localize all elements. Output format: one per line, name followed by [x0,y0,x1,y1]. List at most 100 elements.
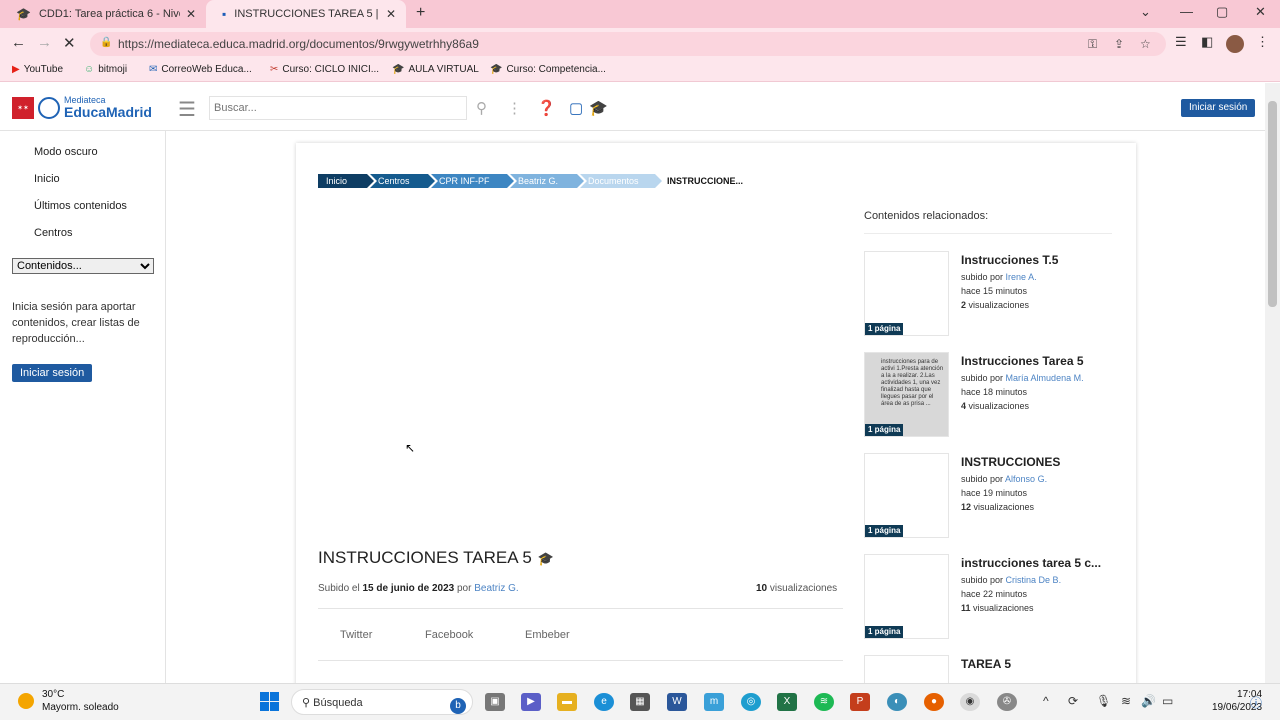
related-item[interactable]: instrucciones para de activi 1.Presta at… [864,352,1114,438]
help-icon[interactable]: ❓ [537,99,556,117]
sidebar-item-dark-mode[interactable]: Modo oscuro [34,146,98,158]
related-title[interactable]: Instrucciones Tarea 5 [961,354,1116,368]
teams-icon[interactable]: ▶ [521,693,541,711]
related-user-link[interactable]: Irene A. [1006,272,1037,282]
star-icon[interactable]: ☆ [1140,37,1151,51]
task-view-icon[interactable]: ▣ [485,693,505,711]
share-twitter-button[interactable]: Twitter [340,629,372,641]
battery-icon[interactable]: ▭ [1162,694,1173,708]
volume-icon[interactable]: 🔊 [1141,694,1156,708]
graduation-cap-icon[interactable]: 🎓 [589,99,608,117]
educamadrid-logo[interactable]: ✶✶ Mediateca EducaMadrid [12,96,152,119]
firefox-icon[interactable]: ● [924,693,944,711]
sidebar-item-home[interactable]: Inicio [34,173,60,185]
related-title[interactable]: TAREA 5 [961,657,1114,671]
excel-icon[interactable]: X [777,693,797,711]
key-icon[interactable]: ⚿ [1088,37,1097,52]
related-user-link[interactable]: María Almudena M. [1006,373,1084,383]
related-item[interactable]: 1 página Instrucciones T.5 subido por Ir… [864,251,1114,337]
bookmark-bitmoji[interactable]: ☺ bitmoji [84,64,127,75]
reading-list-icon[interactable]: ☰ [1175,34,1187,50]
sidebar-item-latest[interactable]: Últimos contenidos [34,200,127,212]
uploaded-label: Subido el [318,583,360,594]
related-views-count: 2 [961,300,967,310]
related-title[interactable]: instrucciones tarea 5 c... [961,556,1116,570]
square-view-icon[interactable]: ▢ [569,99,583,117]
search-input[interactable] [209,96,467,120]
bookmark-aula-virtual[interactable]: 🎓 AULA VIRTUAL [392,64,479,75]
scrollbar-thumb[interactable] [1268,101,1277,307]
breadcrumb-centros[interactable]: Centros [370,174,435,188]
new-tab-button[interactable]: + [416,4,425,22]
tab-cdd1[interactable]: 🎓 CDD1: Tarea práctica 6 - Nivel A2 ✕ [0,0,206,28]
related-title[interactable]: INSTRUCCIONES [961,455,1116,469]
login-button[interactable]: Iniciar sesión [1181,99,1256,117]
profile-avatar[interactable] [1226,35,1244,53]
related-title[interactable]: Instrucciones T.5 [961,253,1116,267]
chevron-up-icon[interactable]: ^ [1043,694,1049,708]
microphone-icon[interactable]: 🎙 [1096,694,1111,708]
embed-button[interactable]: Embeber [525,629,570,641]
breadcrumb-documents[interactable]: Documentos [580,174,662,188]
close-window-button[interactable]: ✕ [1255,4,1266,20]
tab-search-icon[interactable]: ⌄ [1140,4,1151,20]
powerpoint-icon[interactable]: P [850,693,870,711]
weather-widget[interactable]: 30°C Mayorm. soleado [18,688,119,714]
file-explorer-icon[interactable]: ▬ [557,693,577,711]
bookmark-curso-competencia[interactable]: 🎓 Curso: Competencia... [490,64,606,75]
related-thumbnail[interactable] [864,655,949,685]
page-scrollbar[interactable] [1265,83,1280,683]
wifi-icon[interactable]: ≋ [1121,694,1131,708]
breadcrumb-cpr[interactable]: CPR INF-PF [431,174,514,188]
side-panel-icon[interactable]: ◧ [1201,34,1213,50]
chrome-icon[interactable]: ◉ [960,693,980,711]
related-user-link[interactable]: Cristina De B. [1006,575,1062,585]
search-icon[interactable]: ⚲ [476,99,487,117]
breadcrumb-user[interactable]: Beatriz G. [510,174,584,188]
bookmark-youtube[interactable]: ▶ YouTube [12,64,63,75]
word-icon[interactable]: W [667,693,687,711]
url-field[interactable]: 🔒 https://mediateca.educa.madrid.org/doc… [90,32,1166,56]
windows-start-icon[interactable] [260,692,279,711]
notification-icon[interactable]: ⓘ [1250,694,1262,711]
bookmark-curso-ciclo[interactable]: ✂ Curso: CICLO INICI... [270,64,379,75]
related-thumbnail[interactable]: 1 página [864,251,949,336]
sync-icon[interactable]: ⟳ [1068,694,1078,708]
edge-icon[interactable]: e [594,693,614,711]
forward-icon[interactable]: → [37,34,52,51]
share-facebook-button[interactable]: Facebook [425,629,473,641]
author-link[interactable]: Beatriz G. [474,583,518,594]
tab-instrucciones[interactable]: ▪ INSTRUCCIONES TAREA 5 | Media ✕ [206,0,406,28]
logo-circle-icon [38,96,60,119]
store-icon[interactable]: ▦ [630,693,650,711]
app-icon[interactable]: ◎ [741,693,761,711]
bookmark-correoweb[interactable]: ✉ CorreoWeb Educa... [149,64,252,75]
related-item[interactable]: 1 página INSTRUCCIONES subido por Alfons… [864,453,1114,539]
app-icon[interactable]: m [704,693,724,711]
close-tab-icon[interactable]: ✕ [386,7,396,21]
related-item[interactable]: TAREA 5 [864,655,1114,685]
sidebar-item-centers[interactable]: Centros [34,227,73,239]
stop-loading-icon[interactable]: ✕ [63,34,76,52]
taskbar-search[interactable]: ⚲ Búsqueda [291,689,473,715]
related-user-link[interactable]: Alfonso G. [1005,474,1047,484]
more-options-icon[interactable]: ⋮ [507,99,522,117]
related-thumbnail[interactable]: instrucciones para de activi 1.Presta at… [864,352,949,437]
minimize-button[interactable]: — [1180,4,1193,19]
sidebar-login-button[interactable]: Iniciar sesión [12,364,93,382]
app-icon[interactable]: ◐ [887,693,907,711]
share-icon[interactable]: ⇪ [1114,37,1124,51]
spotify-icon[interactable]: ≋ [814,693,834,711]
related-thumbnail[interactable]: 1 página [864,554,949,639]
related-item[interactable]: 1 página instrucciones tarea 5 c... subi… [864,554,1114,640]
hamburger-menu-icon[interactable]: ☰ [178,97,196,122]
back-icon[interactable]: ← [11,34,26,51]
maximize-button[interactable]: ▢ [1216,4,1228,20]
app-icon[interactable]: ✇ [997,693,1017,711]
breadcrumb-home[interactable]: Inicio [318,174,374,188]
close-tab-icon[interactable]: ✕ [186,7,196,21]
content-select[interactable]: Contenidos... [12,258,154,274]
related-thumbnail[interactable]: 1 página [864,453,949,538]
bing-icon[interactable]: b [450,698,466,714]
menu-kebab-icon[interactable]: ⋮ [1256,34,1269,50]
